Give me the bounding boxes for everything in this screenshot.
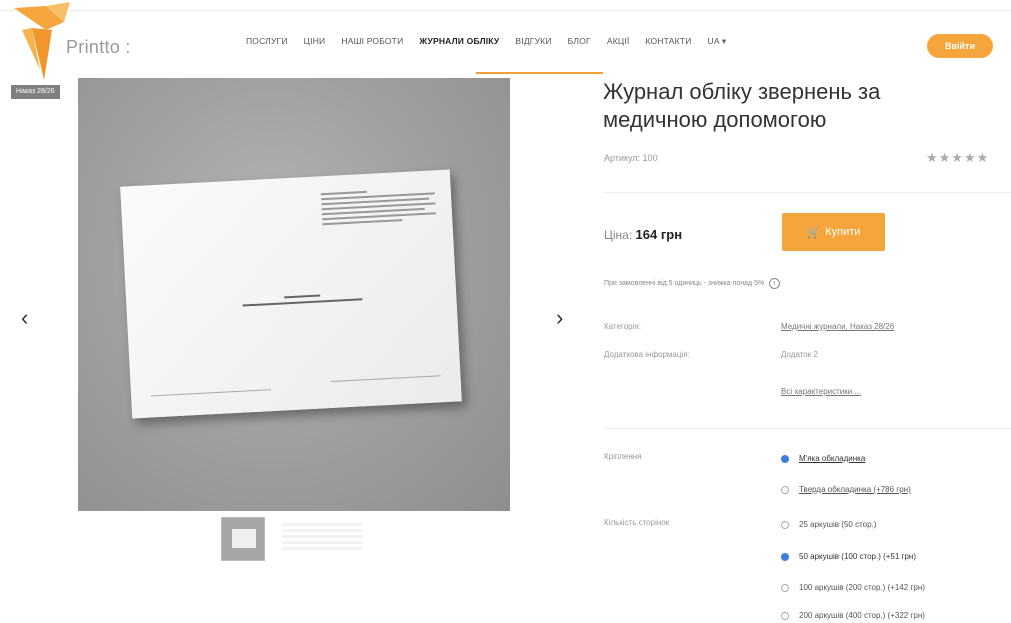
radio-selected[interactable] bbox=[781, 454, 789, 463]
info-icon[interactable]: i bbox=[769, 278, 781, 289]
active-nav-underline bbox=[476, 72, 603, 74]
thumbnail-1[interactable] bbox=[221, 517, 265, 561]
chevron-right-icon[interactable]: › bbox=[556, 305, 563, 331]
main-nav: ПОСЛУГИ ЦІНИ НАШІ РОБОТИ ЖУРНАЛИ ОБЛІКУ … bbox=[246, 36, 742, 47]
pages-option-100[interactable]: 100 аркушів (200 стор.) (+142 грн) bbox=[781, 583, 925, 592]
divider bbox=[603, 192, 1011, 193]
radio-selected[interactable] bbox=[781, 552, 789, 561]
option-label: 200 аркушів (400 стор.) (+322 грн) bbox=[799, 611, 925, 620]
buy-button-label: Купити bbox=[825, 226, 861, 238]
basket-icon: 🛒 bbox=[806, 226, 821, 239]
price: Ціна: 164 грн bbox=[604, 227, 682, 242]
thumbnail-2[interactable] bbox=[282, 517, 362, 561]
nav-item-contacts[interactable]: КОНТАКТИ bbox=[645, 36, 691, 47]
nav-item-works[interactable]: НАШІ РОБОТИ bbox=[341, 36, 403, 47]
nav-item-services[interactable]: ПОСЛУГИ bbox=[246, 36, 288, 47]
product-title: Журнал обліку звернень за медичною допом… bbox=[603, 79, 881, 132]
nav-item-journals[interactable]: ЖУРНАЛИ ОБЛІКУ bbox=[419, 36, 499, 47]
option-label: М'яка обкладинка bbox=[799, 454, 866, 463]
login-button[interactable]: Ввійти bbox=[927, 34, 993, 58]
logo-text[interactable]: Printto : bbox=[66, 37, 131, 58]
bulk-discount-note: При замовленні від 5 одиниць - знижка по… bbox=[604, 278, 781, 289]
binding-option-hard[interactable]: Тверда обкладинка (+786 грн) bbox=[781, 485, 911, 494]
order-badge: Наказ 28/26 bbox=[11, 85, 60, 99]
category-link[interactable]: Медичні журнали, Наказ 28/26 bbox=[781, 322, 894, 331]
extra-info-value: Додаток 2 bbox=[781, 350, 818, 359]
pages-label: Кількість сторінок bbox=[604, 518, 670, 527]
option-label: 100 аркушів (200 стор.) (+142 грн) bbox=[799, 583, 925, 592]
product-article: Артикул: 100 bbox=[604, 153, 658, 163]
radio[interactable] bbox=[781, 583, 789, 592]
binding-label: Кріплення bbox=[604, 452, 642, 461]
pages-option-200[interactable]: 200 аркушів (400 стор.) (+322 грн) bbox=[781, 611, 925, 620]
radio[interactable] bbox=[781, 485, 789, 494]
option-label: Тверда обкладинка (+786 грн) bbox=[799, 485, 911, 494]
extra-info-label: Додаткова інформація: bbox=[604, 350, 690, 359]
chevron-left-icon[interactable]: ‹ bbox=[21, 305, 28, 331]
price-label: Ціна: bbox=[604, 228, 633, 242]
pages-option-50[interactable]: 50 аркушів (100 стор.) (+51 грн) bbox=[781, 552, 916, 561]
product-image[interactable] bbox=[78, 78, 510, 511]
language-selector[interactable]: UA ▾ bbox=[708, 36, 727, 47]
price-value: 164 грн bbox=[635, 227, 683, 242]
nav-item-blog[interactable]: БЛОГ bbox=[568, 36, 591, 47]
nav-item-promotions[interactable]: АКЦІЇ bbox=[607, 36, 630, 47]
pages-option-25[interactable]: 25 аркушів (50 стор.) bbox=[781, 520, 876, 529]
bulk-note-text: При замовленні від 5 одиниць - знижка по… bbox=[604, 280, 765, 287]
nav-item-reviews[interactable]: ВІДГУКИ bbox=[515, 36, 551, 47]
radio[interactable] bbox=[781, 520, 789, 529]
category-label: Категорія: bbox=[604, 322, 641, 331]
radio[interactable] bbox=[781, 611, 789, 620]
header-divider bbox=[0, 10, 1011, 11]
journal-cover-image bbox=[120, 169, 462, 419]
option-label: 50 аркушів (100 стор.) (+51 грн) bbox=[799, 552, 916, 561]
divider bbox=[603, 428, 1011, 429]
binding-option-soft[interactable]: М'яка обкладинка bbox=[781, 454, 865, 463]
all-specs-link[interactable]: Всі характеристики ... bbox=[781, 387, 861, 396]
rating-stars[interactable]: ★★★★★ bbox=[926, 150, 989, 166]
option-label: 25 аркушів (50 стор.) bbox=[799, 520, 877, 529]
buy-button[interactable]: 🛒 Купити bbox=[782, 213, 885, 251]
nav-item-prices[interactable]: ЦІНИ bbox=[304, 36, 326, 47]
